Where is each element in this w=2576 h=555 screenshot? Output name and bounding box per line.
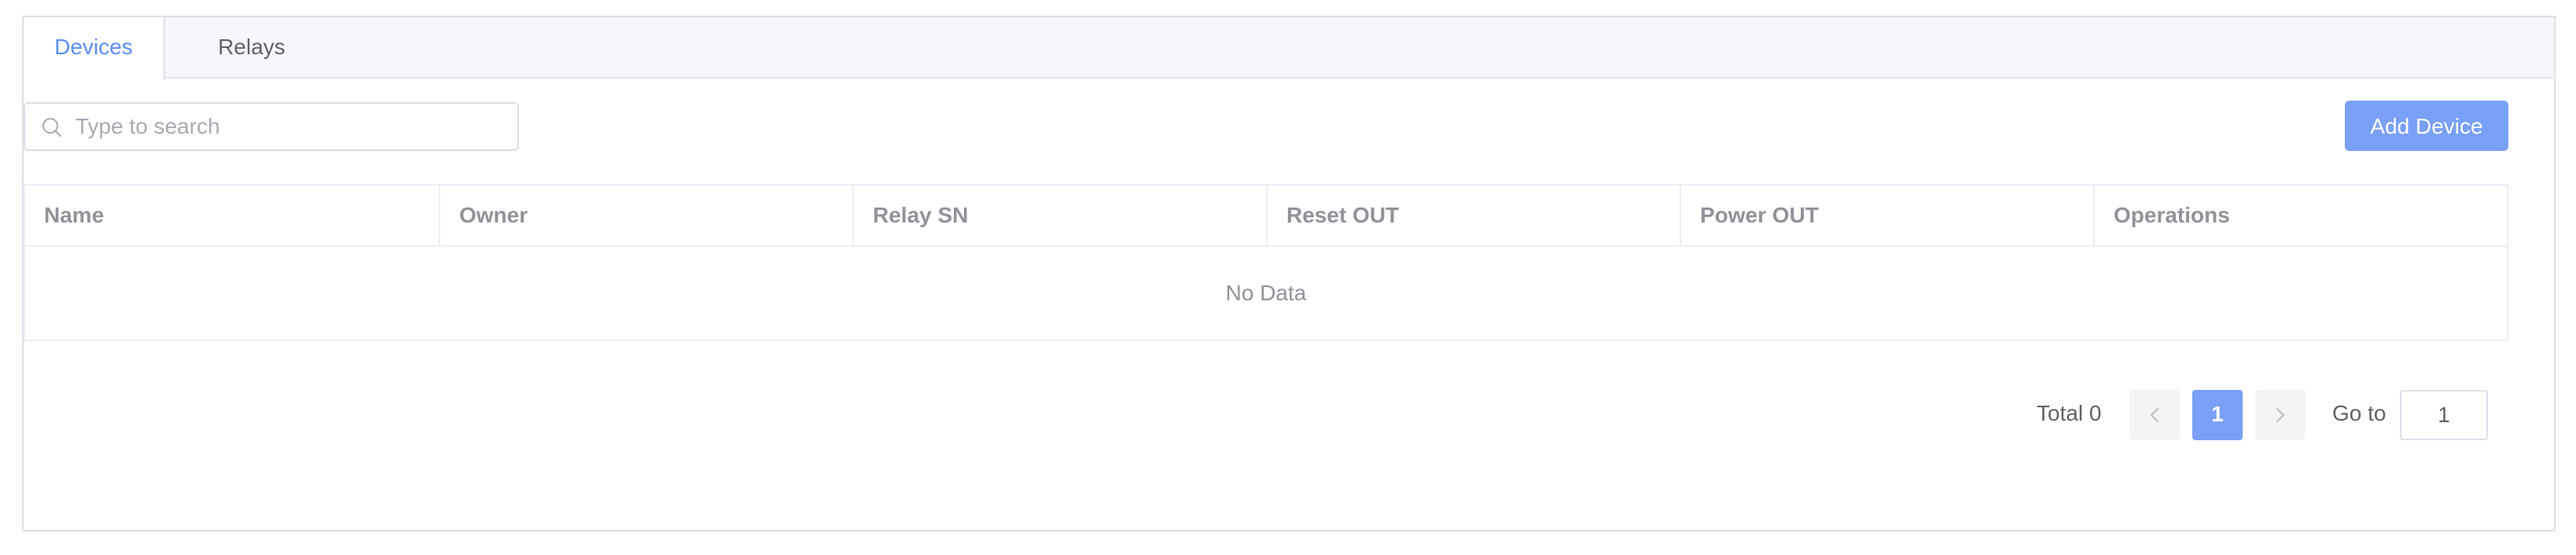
tab-devices[interactable]: Devices (24, 17, 165, 80)
pagination-prev-button[interactable] (2129, 390, 2180, 440)
search-icon (42, 118, 61, 137)
pagination-page-1[interactable]: 1 (2192, 390, 2243, 440)
column-header-relay-sn[interactable]: Relay SN (854, 186, 1268, 245)
tab-relays[interactable]: Relays (165, 17, 338, 79)
chevron-right-icon (2276, 407, 2285, 423)
pagination-next-button[interactable] (2255, 390, 2306, 440)
column-header-operations[interactable]: Operations (2095, 186, 2507, 245)
pagination-goto-label: Go to (2332, 401, 2386, 425)
add-device-button[interactable]: Add Device (2345, 101, 2508, 151)
table-empty-text: No Data (1225, 281, 1307, 305)
chevron-left-icon (2150, 407, 2159, 423)
table-header: Name Owner Relay SN Reset OUT Power OUT … (25, 186, 2507, 247)
search-box[interactable] (24, 102, 519, 151)
column-header-owner[interactable]: Owner (440, 186, 854, 245)
pagination-total: Total 0 (2037, 401, 2102, 425)
column-header-reset-out[interactable]: Reset OUT (1268, 186, 1681, 245)
search-input[interactable] (75, 104, 500, 149)
column-header-power-out[interactable]: Power OUT (1681, 186, 2095, 245)
pagination-goto-input[interactable] (2400, 390, 2488, 440)
tabs-header: Devices Relays (24, 17, 2554, 80)
devices-table: Name Owner Relay SN Reset OUT Power OUT … (24, 184, 2508, 341)
column-header-name[interactable]: Name (25, 186, 440, 245)
